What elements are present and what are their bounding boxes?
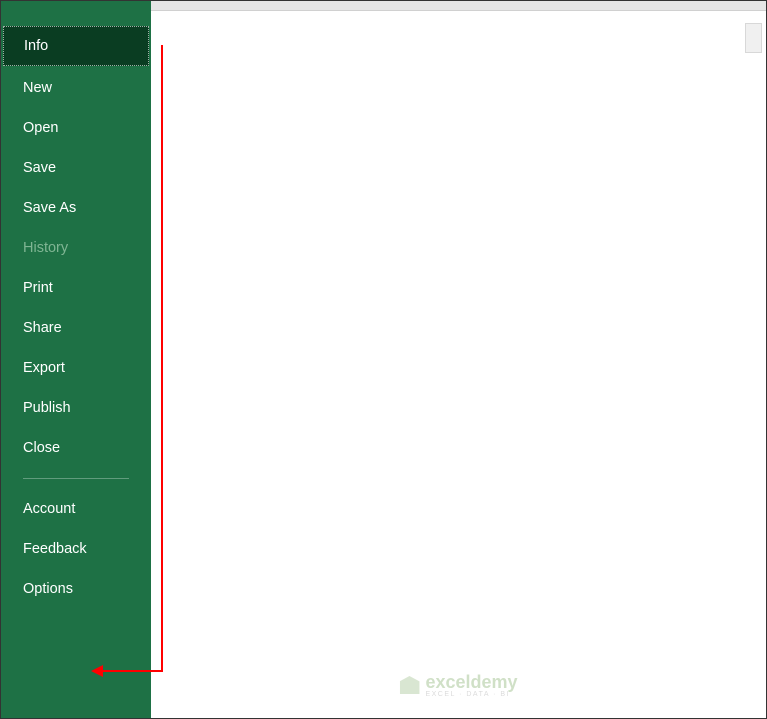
backstage-sidebar: Info New Open Save Save As History Print…	[1, 1, 151, 718]
watermark-brand: exceldemy	[425, 672, 517, 692]
cube-icon	[399, 676, 419, 694]
sidebar-item-save[interactable]: Save	[1, 148, 151, 188]
scrollbar[interactable]	[745, 23, 762, 53]
top-bar	[151, 1, 766, 11]
sidebar-item-print[interactable]: Print	[1, 268, 151, 308]
sidebar-item-open[interactable]: Open	[1, 108, 151, 148]
sidebar-item-share[interactable]: Share	[1, 308, 151, 348]
sidebar-item-publish[interactable]: Publish	[1, 388, 151, 428]
sidebar-item-account[interactable]: Account	[1, 489, 151, 529]
app-window: Info New Open Save Save As History Print…	[0, 0, 767, 719]
sidebar-item-options[interactable]: Options	[1, 569, 151, 609]
annotation-line-vertical	[161, 45, 163, 670]
sidebar-item-feedback[interactable]: Feedback	[1, 529, 151, 569]
sidebar-divider	[23, 478, 129, 479]
annotation-line-horizontal	[101, 670, 163, 672]
sidebar-item-save-as[interactable]: Save As	[1, 188, 151, 228]
watermark-tagline: EXCEL · DATA · BI	[425, 691, 517, 698]
sidebar-item-info[interactable]: Info	[3, 26, 149, 66]
sidebar-item-export[interactable]: Export	[1, 348, 151, 388]
sidebar-item-history: History	[1, 228, 151, 268]
watermark: exceldemy EXCEL · DATA · BI	[399, 672, 517, 698]
annotation-arrowhead-icon	[91, 665, 103, 677]
sidebar-item-new[interactable]: New	[1, 68, 151, 108]
content-area: exceldemy EXCEL · DATA · BI	[151, 11, 766, 718]
sidebar-item-close[interactable]: Close	[1, 428, 151, 468]
